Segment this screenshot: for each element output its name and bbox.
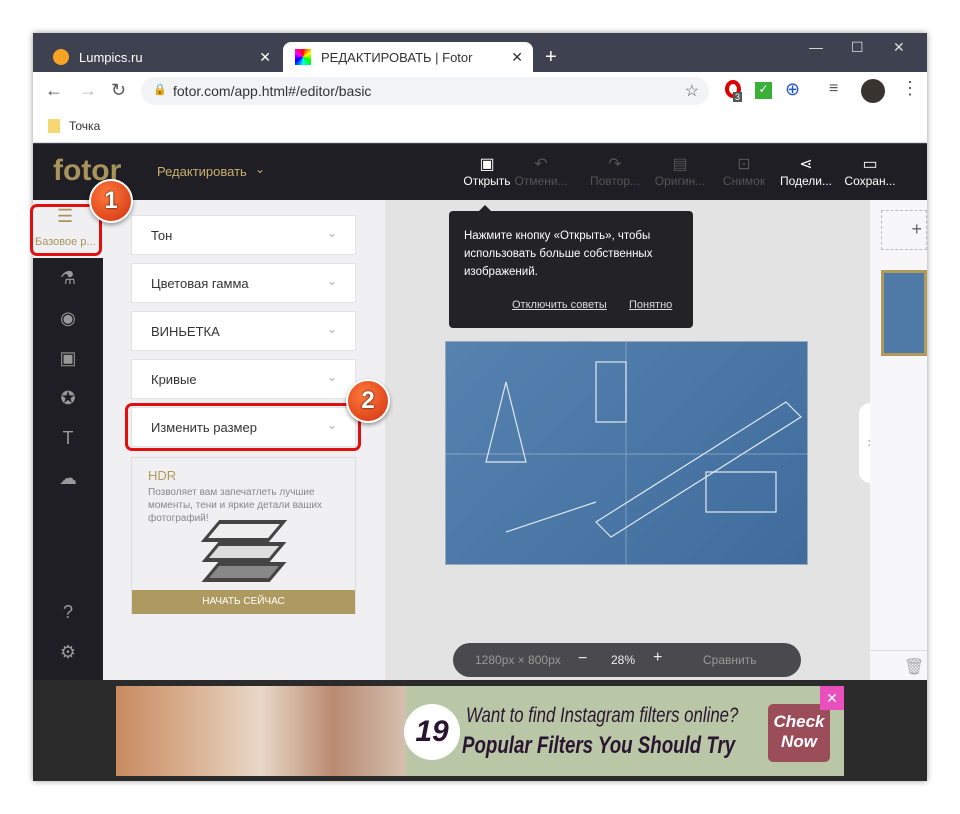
- chevron-down-icon: ⌄: [326, 370, 337, 384]
- ad-number: 19: [404, 704, 460, 760]
- reload-icon[interactable]: ↻: [111, 80, 126, 101]
- back-icon[interactable]: ←: [45, 80, 63, 101]
- hdr-promo: HDR Позволяет вам запечатлеть лучшие мом…: [131, 457, 356, 614]
- tooltip-text: Нажмите кнопку «Открыть», чтобы использо…: [464, 230, 653, 278]
- chevron-down-icon: ⌄: [326, 322, 337, 336]
- snapshot-icon: ⊡: [737, 156, 751, 173]
- sticker-star-icon[interactable]: ✪: [55, 388, 81, 409]
- undo-button[interactable]: ↶ Отмени...: [514, 154, 568, 188]
- check-now-button[interactable]: Check Now: [768, 704, 830, 762]
- zoom-level: 28%: [611, 653, 636, 667]
- zoom-out-button[interactable]: −: [578, 650, 587, 668]
- callout-1: 1: [89, 179, 133, 223]
- panel-item-color[interactable]: Цветовая гамма ⌄: [131, 263, 356, 303]
- redo-icon: ↷: [608, 156, 622, 173]
- help-icon[interactable]: ?: [55, 602, 81, 623]
- close-tab-icon[interactable]: ✕: [259, 49, 271, 66]
- highlight-box-resize: [125, 403, 361, 451]
- chevron-down-icon: ⌄: [326, 226, 337, 240]
- maximize-icon[interactable]: ☐: [851, 39, 864, 56]
- layers-icon: [200, 520, 288, 590]
- blueprint-image[interactable]: [445, 341, 809, 566]
- close-window-icon[interactable]: ✕: [893, 39, 905, 56]
- redo-button[interactable]: ↷ Повтор...: [588, 154, 642, 188]
- globe-extension-icon[interactable]: ⊕: [785, 79, 800, 100]
- original-icon: ▤: [672, 156, 688, 173]
- lock-icon: 🔒: [153, 84, 167, 96]
- forward-icon[interactable]: →: [79, 80, 97, 101]
- snapshot-button[interactable]: ⊡ Снимок: [717, 154, 771, 188]
- ad-line1: Want to find Instagram filters online?: [466, 704, 739, 727]
- tab-fotor[interactable]: РЕДАКТИРОВАТЬ | Fotor ✕: [283, 42, 533, 72]
- browser-window: Lumpics.ru ✕ РЕДАКТИРОВАТЬ | Fotor ✕ + — ☐…: [30, 33, 927, 781]
- panel-item-vignette[interactable]: ВИНЬЕТКА ⌄: [131, 311, 356, 351]
- panel-item-tone[interactable]: Тон ⌄: [131, 215, 356, 255]
- close-tab-icon[interactable]: ✕: [511, 49, 523, 66]
- settings-icon[interactable]: ⚙: [55, 642, 81, 663]
- compare-button[interactable]: Сравнить: [703, 653, 756, 667]
- frame-icon[interactable]: ▣: [55, 348, 81, 369]
- bookmark-tochka[interactable]: Точка: [69, 119, 100, 133]
- orange-favicon-icon: [53, 49, 69, 65]
- got-it-link[interactable]: Понятно: [629, 296, 672, 314]
- ad-line2: Popular Filters You Should Try: [462, 732, 736, 759]
- url-input[interactable]: 🔒 fotor.com/app.html#/editor/basic ☆: [141, 77, 709, 105]
- check-extension-icon[interactable]: ✓: [755, 82, 772, 99]
- bookmarks-bar: Точка: [33, 110, 927, 143]
- close-ad-icon[interactable]: ✕: [820, 686, 844, 710]
- trash-icon[interactable]: 🗑: [870, 650, 927, 680]
- chevron-down-icon: ⌄: [326, 274, 337, 288]
- original-button[interactable]: ▤ Оригин...: [653, 154, 707, 188]
- fotor-header: fotor Редактировать ⌄ ▣ Открыть ↶ Отмени..…: [33, 144, 927, 200]
- zoom-in-button[interactable]: +: [653, 649, 662, 667]
- share-icon: ⋖: [799, 156, 813, 173]
- save-icon: ▭: [862, 156, 878, 173]
- panel-item-curves[interactable]: Кривые ⌄: [131, 359, 356, 399]
- ad-banner[interactable]: 19 Want to find Instagram filters online…: [116, 686, 844, 776]
- folder-icon: [48, 119, 60, 133]
- tab-title: Lumpics.ru: [79, 49, 143, 65]
- url-text: fotor.com/app.html#/editor/basic: [173, 83, 372, 99]
- rocket-blueprint-drawing: [446, 342, 809, 566]
- new-tab-button[interactable]: +: [533, 42, 569, 72]
- address-bar-row: ← → ↻ 🔒 fotor.com/app.html#/editor/basic ☆…: [33, 72, 927, 110]
- text-icon[interactable]: T: [55, 428, 81, 449]
- fotor-favicon-icon: [295, 49, 311, 65]
- sidebar: ☰ Базовое р... ⚗ ◉ ▣ ✪ T ☁ ? ⚙: [33, 200, 103, 680]
- zoom-bar: 1280px × 800px − 28% + Сравнить: [453, 643, 801, 677]
- save-button[interactable]: ▭ Сохран...: [843, 154, 897, 188]
- beauty-flask-icon[interactable]: ⚗: [55, 268, 81, 289]
- share-button[interactable]: ⋖ Подели...: [779, 154, 833, 188]
- hdr-title: HDR: [148, 468, 177, 483]
- ad-area: 19 Want to find Instagram filters online…: [33, 680, 927, 781]
- edit-menu[interactable]: Редактировать: [157, 164, 247, 179]
- media-icon[interactable]: ≡: [829, 80, 838, 98]
- avatar[interactable]: [861, 79, 885, 103]
- undo-icon: ↶: [534, 156, 548, 173]
- image-add-icon: ▣: [479, 156, 495, 173]
- image-thumbnail[interactable]: [881, 270, 927, 356]
- chevron-down-icon: ⌄: [255, 162, 266, 176]
- canvas-area: Нажмите кнопку «Открыть», чтобы использо…: [385, 200, 870, 680]
- menu-icon[interactable]: ⋮: [901, 78, 919, 99]
- tab-lumpics[interactable]: Lumpics.ru ✕: [41, 42, 281, 72]
- star-icon[interactable]: ☆: [685, 81, 699, 101]
- tips-tooltip: Нажмите кнопку «Открыть», чтобы использо…: [449, 205, 693, 328]
- add-image-button[interactable]: +: [881, 210, 927, 250]
- ad-photos: [116, 686, 406, 776]
- image-size: 1280px × 800px: [475, 653, 561, 667]
- open-button[interactable]: ▣ Открыть: [460, 154, 514, 188]
- cloud-upload-icon[interactable]: ☁: [55, 468, 81, 489]
- callout-2: 2: [346, 379, 390, 423]
- start-now-button[interactable]: НАЧАТЬ СЕЙЧАС: [132, 590, 355, 614]
- right-panel: + 🗑: [870, 200, 927, 680]
- minimize-icon[interactable]: —: [809, 39, 823, 55]
- tab-title: РЕДАКТИРОВАТЬ | Fotor: [321, 49, 473, 65]
- eye-icon[interactable]: ◉: [55, 308, 81, 329]
- disable-tips-link[interactable]: Отключить советы: [512, 296, 607, 314]
- extension-badge: 3: [733, 92, 743, 102]
